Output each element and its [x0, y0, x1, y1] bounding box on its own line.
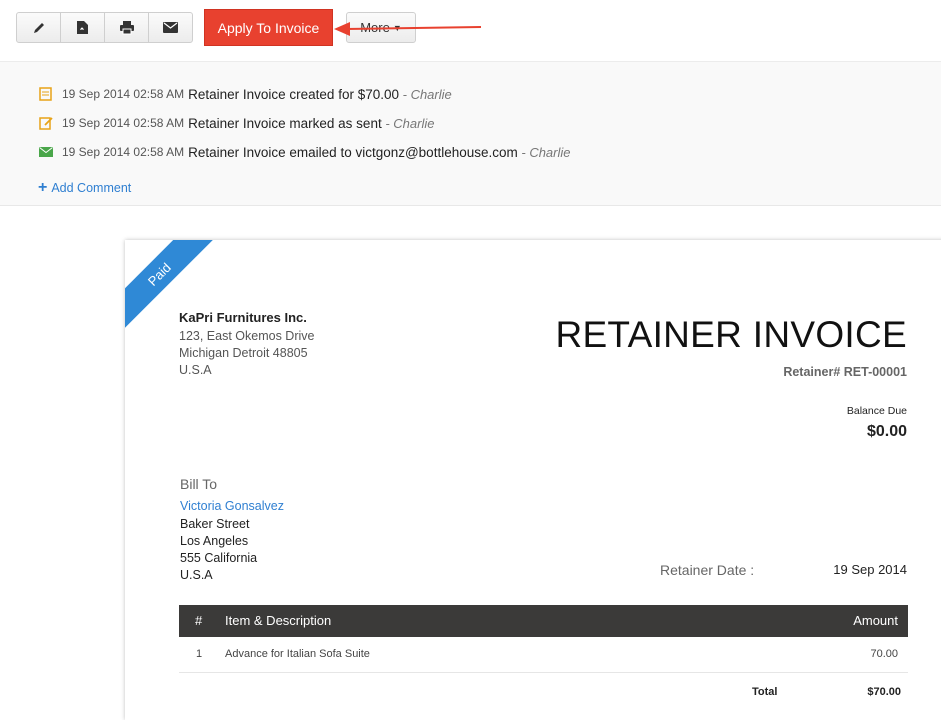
total-label: Total	[752, 686, 778, 698]
print-button[interactable]	[104, 12, 149, 43]
row-amount: 70.00	[870, 648, 898, 660]
activity-text: Retainer Invoice emailed to victgonz@bot…	[188, 144, 518, 160]
items-table-header: # Item & Description Amount	[179, 605, 908, 637]
bill-address-line: Los Angeles	[180, 534, 249, 548]
document-icon	[38, 86, 54, 102]
mail-icon	[163, 22, 178, 33]
pencil-icon	[33, 22, 44, 33]
bill-to-label: Bill To	[180, 476, 218, 492]
action-button-group	[16, 12, 193, 43]
balance-due-value: $0.00	[866, 423, 907, 440]
activity-time: 19 Sep 2014 02:58 AM	[62, 87, 185, 101]
invoice-document: Paid KaPri Furnitures Inc. 123, East Oke…	[125, 240, 941, 720]
mail-icon	[38, 144, 54, 160]
pdf-icon	[77, 21, 88, 34]
activity-item: 19 Sep 2014 02:58 AM Retainer Invoice ma…	[38, 113, 434, 133]
activity-user: - Charlie	[402, 86, 452, 102]
activity-item: 19 Sep 2014 02:58 AM Retainer Invoice cr…	[38, 84, 452, 104]
bill-address-line: Baker Street	[180, 517, 250, 531]
table-row: 1 Advance for Italian Sofa Suite 70.00	[179, 637, 908, 673]
annotation-arrow-icon	[334, 22, 482, 36]
document-title: RETAINER INVOICE	[555, 314, 907, 355]
company-address-line: 123, East Okemos Drive	[179, 329, 315, 343]
activity-time: 19 Sep 2014 02:58 AM	[62, 116, 185, 130]
activity-item: 19 Sep 2014 02:58 AM Retainer Invoice em…	[38, 142, 571, 162]
add-comment-link[interactable]: + Add Comment	[38, 179, 132, 196]
activity-log: 19 Sep 2014 02:58 AM Retainer Invoice cr…	[0, 61, 941, 206]
printer-icon	[119, 21, 134, 35]
retainer-number: Retainer# RET-00001	[783, 365, 907, 379]
company-info: KaPri Furnitures Inc. 123, East Okemos D…	[179, 310, 314, 379]
company-address-line: U.S.A	[179, 363, 212, 377]
col-amount: Amount	[853, 613, 898, 628]
toolbar: Apply To Invoice More ▼	[0, 0, 941, 60]
add-comment-label: Add Comment	[51, 181, 132, 195]
activity-time: 19 Sep 2014 02:58 AM	[62, 145, 185, 159]
total-value: $70.00	[867, 686, 901, 698]
col-item: Item & Description	[225, 613, 332, 628]
activity-user: - Charlie	[385, 115, 435, 131]
plus-icon: +	[38, 179, 48, 196]
email-button[interactable]	[148, 12, 193, 43]
activity-text: Retainer Invoice created for $70.00	[188, 86, 399, 102]
col-num: #	[195, 613, 203, 628]
retainer-date-label: Retainer Date :	[660, 562, 755, 578]
pdf-button[interactable]	[60, 12, 105, 43]
bill-to-address: Baker Street Los Angeles 555 California …	[180, 516, 257, 584]
row-num: 1	[196, 648, 203, 660]
edit-button[interactable]	[16, 12, 61, 43]
activity-user: - Charlie	[521, 144, 571, 160]
edit-document-icon	[38, 115, 54, 131]
row-item: Advance for Italian Sofa Suite	[225, 648, 370, 660]
customer-name-link[interactable]: Victoria Gonsalvez	[180, 499, 284, 513]
company-name: KaPri Furnitures Inc.	[179, 310, 307, 325]
activity-text: Retainer Invoice marked as sent	[188, 115, 382, 131]
bill-address-line: 555 California	[180, 551, 258, 565]
bill-address-line: U.S.A	[180, 568, 213, 582]
company-address-line: Michigan Detroit 48805	[179, 346, 308, 360]
apply-to-invoice-button[interactable]: Apply To Invoice	[204, 9, 333, 46]
retainer-date-value: 19 Sep 2014	[833, 562, 907, 577]
balance-due-label: Balance Due	[846, 405, 907, 417]
